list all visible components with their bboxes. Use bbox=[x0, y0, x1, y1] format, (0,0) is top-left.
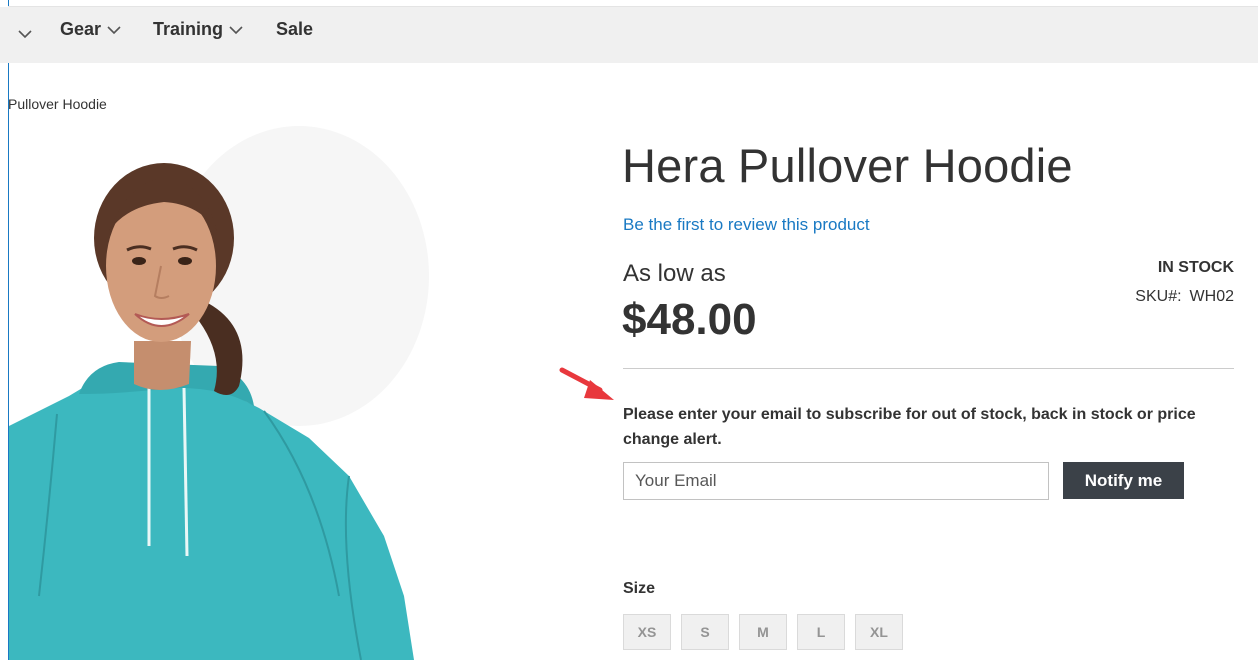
size-option-xs[interactable]: XS bbox=[623, 614, 671, 650]
nav-item-gear[interactable]: Gear bbox=[60, 19, 121, 40]
review-link[interactable]: Be the first to review this product bbox=[623, 215, 870, 235]
chevron-down-icon bbox=[229, 25, 243, 34]
nav-item-label: Gear bbox=[60, 19, 102, 39]
nav-item-sale[interactable]: Sale bbox=[276, 19, 313, 40]
email-input[interactable] bbox=[623, 462, 1049, 500]
notify-me-button[interactable]: Notify me bbox=[1063, 462, 1184, 499]
product-price: $48.00 bbox=[622, 295, 757, 344]
annotation-arrow-icon bbox=[556, 364, 622, 409]
sku-value: WH02 bbox=[1189, 288, 1234, 305]
product-title: Hera Pullover Hoodie bbox=[622, 139, 1073, 192]
breadcrumb: Pullover Hoodie bbox=[8, 96, 107, 112]
nav-item-label: Training bbox=[153, 19, 224, 39]
nav-item-label: Sale bbox=[276, 19, 314, 39]
product-image[interactable] bbox=[9, 126, 449, 660]
size-label: Size bbox=[623, 580, 656, 597]
size-option-m[interactable]: M bbox=[739, 614, 787, 650]
price-prefix: As low as bbox=[623, 260, 726, 287]
size-option-l[interactable]: L bbox=[797, 614, 845, 650]
size-swatches: XS S M L XL bbox=[623, 614, 913, 650]
sku-label: SKU#: bbox=[1135, 288, 1182, 305]
size-option-s[interactable]: S bbox=[681, 614, 729, 650]
divider bbox=[623, 368, 1234, 369]
product-sku: SKU#: WH02 bbox=[1135, 288, 1234, 306]
size-option-xl[interactable]: XL bbox=[855, 614, 903, 650]
stock-alert-message: Please enter your email to subscribe for… bbox=[623, 406, 1196, 448]
top-border bbox=[8, 6, 1258, 7]
chevron-down-icon bbox=[107, 25, 121, 34]
chevron-down-icon[interactable] bbox=[18, 26, 32, 44]
top-navigation: Gear Training Sale bbox=[0, 7, 1258, 63]
stock-status: IN STOCK bbox=[1157, 259, 1234, 276]
nav-item-training[interactable]: Training bbox=[153, 19, 243, 40]
